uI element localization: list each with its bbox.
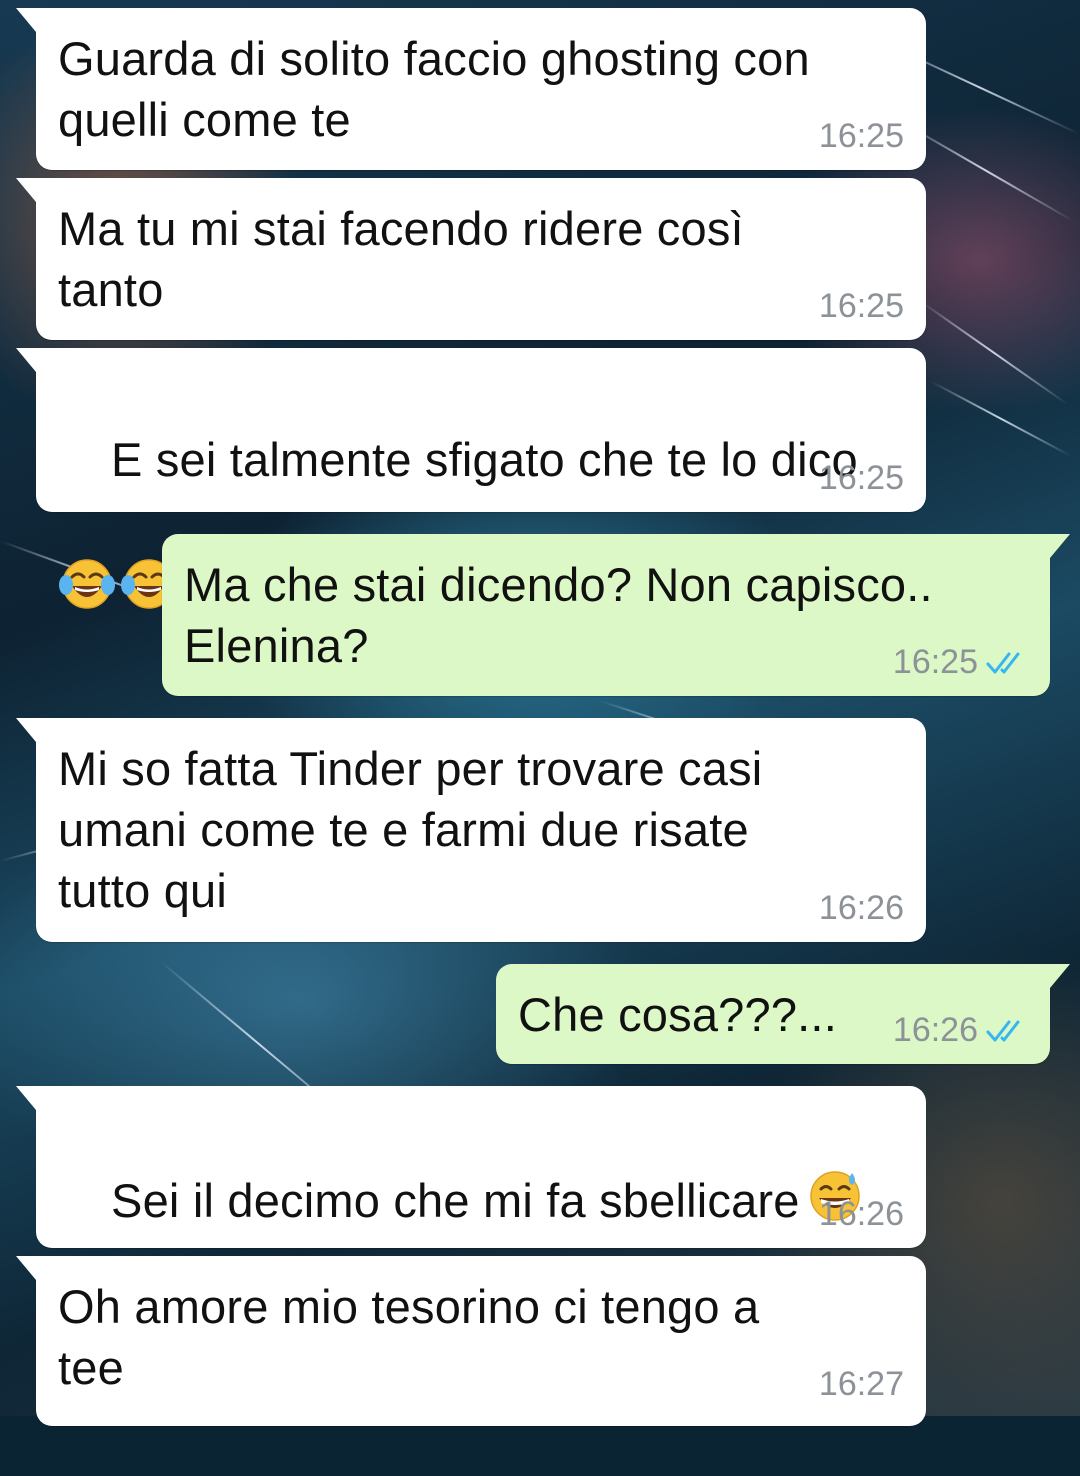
outgoing-message-bubble[interactable]: Ma che stai dicendo? Non capisco.. Eleni… [162,534,1070,696]
message-timestamp: 16:25 [818,287,904,325]
message-timestamp: 16:26 [818,1195,904,1233]
message-text: Sei il decimo che mi fa sbellicare [111,1174,800,1227]
message-text: E sei talmente sfigato che te lo dico [111,433,858,486]
incoming-message-bubble[interactable]: Guarda di solito faccio ghosting con que… [16,8,926,170]
outgoing-message-bubble[interactable]: Che cosa???... 16:26 [496,964,1070,1064]
double-check-read-icon [986,652,1020,673]
double-check-read-icon [986,1020,1020,1041]
message-text: Mi so fatta Tinder per trovare casi uman… [58,742,763,917]
message-timestamp: 16:26 [818,889,904,927]
incoming-message-bubble[interactable]: Sei il decimo che mi fa sbellicare 16:26 [16,1086,926,1350]
incoming-message-bubble[interactable]: Mi so fatta Tinder per trovare casi uman… [16,718,926,942]
message-timestamp: 16:26 [892,1011,978,1049]
message-timestamp: 16:27 [818,1365,904,1403]
message-text: Guarda di solito faccio ghosting con que… [58,32,810,146]
message-timestamp: 16:25 [818,459,904,497]
incoming-message-bubble[interactable]: Oh amore mio tesorino ci tengo a tee 16:… [16,1256,926,1426]
message-text: Oh amore mio tesorino ci tengo a tee [58,1280,760,1394]
face-with-tears-of-joy-icon [59,559,115,609]
incoming-message-bubble[interactable]: Ma tu mi stai facendo ridere così tanto … [16,178,926,340]
message-timestamp: 16:25 [818,117,904,155]
incoming-message-bubble[interactable]: E sei talmente sfigato che te lo dico 16… [16,348,926,609]
message-timestamp: 16:25 [892,643,978,681]
message-text: Ma tu mi stai facendo ridere così tanto [58,202,744,316]
